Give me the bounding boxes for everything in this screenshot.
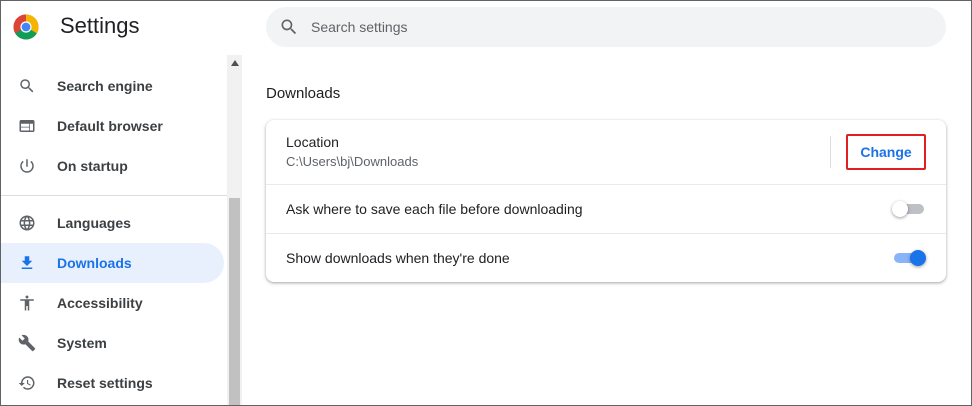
sidebar-item-label: Downloads [57, 255, 132, 271]
accessibility-icon [17, 293, 37, 313]
sidebar-item-system[interactable]: System [1, 323, 224, 363]
sidebar-item-reset-settings[interactable]: Reset settings [1, 363, 224, 403]
browser-window-icon [17, 116, 37, 136]
scrollbar-thumb[interactable] [229, 198, 240, 405]
sidebar-scrollbar[interactable] [227, 55, 242, 405]
sidebar-item-label: Languages [57, 215, 131, 231]
settings-window: Settings Search engine Default browser O… [0, 0, 972, 406]
ask-where-to-save-row: Ask where to save each file before downl… [266, 185, 946, 233]
sidebar-item-downloads[interactable]: Downloads [1, 243, 224, 283]
power-icon [17, 156, 37, 176]
vertical-divider [830, 136, 831, 168]
sidebar-item-label: Default browser [57, 118, 163, 134]
show-downloads-toggle[interactable] [892, 250, 926, 266]
sidebar: Settings Search engine Default browser O… [1, 1, 242, 405]
location-label: Location [286, 134, 339, 150]
toggle-knob [892, 201, 908, 217]
sidebar-item-default-browser[interactable]: Default browser [1, 106, 224, 146]
search-icon [281, 19, 297, 35]
sidebar-item-label: On startup [57, 158, 128, 174]
sidebar-item-languages[interactable]: Languages [1, 203, 224, 243]
wrench-icon [17, 333, 37, 353]
show-downloads-label: Show downloads when they're done [286, 250, 510, 266]
ask-where-to-save-toggle[interactable] [892, 201, 926, 217]
sidebar-item-search-engine[interactable]: Search engine [1, 66, 224, 106]
location-path: C:\Users\bj\Downloads [286, 154, 419, 169]
search-input[interactable] [311, 7, 931, 47]
reset-history-icon [17, 373, 37, 393]
download-icon [17, 253, 37, 273]
page-title: Settings [60, 13, 140, 38]
location-row: Location C:\Users\bj\Downloads Change [266, 120, 946, 184]
sidebar-item-accessibility[interactable]: Accessibility [1, 283, 224, 323]
sidebar-divider [1, 195, 227, 196]
sidebar-item-label: Reset settings [57, 375, 153, 391]
toggle-knob [910, 250, 926, 266]
sidebar-item-label: System [57, 335, 107, 351]
downloads-card: Location C:\Users\bj\Downloads Change As… [266, 120, 946, 282]
sidebar-item-label: Accessibility [57, 295, 143, 311]
brand [13, 12, 39, 42]
change-location-button[interactable]: Change [846, 134, 926, 170]
search-bar[interactable] [266, 7, 946, 47]
ask-where-to-save-label: Ask where to save each file before downl… [286, 201, 583, 217]
sidebar-item-on-startup[interactable]: On startup [1, 146, 224, 186]
sidebar-item-label: Search engine [57, 78, 153, 94]
scroll-up-arrow-icon[interactable] [227, 55, 242, 70]
chrome-logo-icon [13, 14, 39, 40]
globe-icon [17, 213, 37, 233]
search-icon [17, 76, 37, 96]
show-downloads-row: Show downloads when they're done [266, 234, 946, 282]
section-title-downloads: Downloads [266, 85, 341, 102]
